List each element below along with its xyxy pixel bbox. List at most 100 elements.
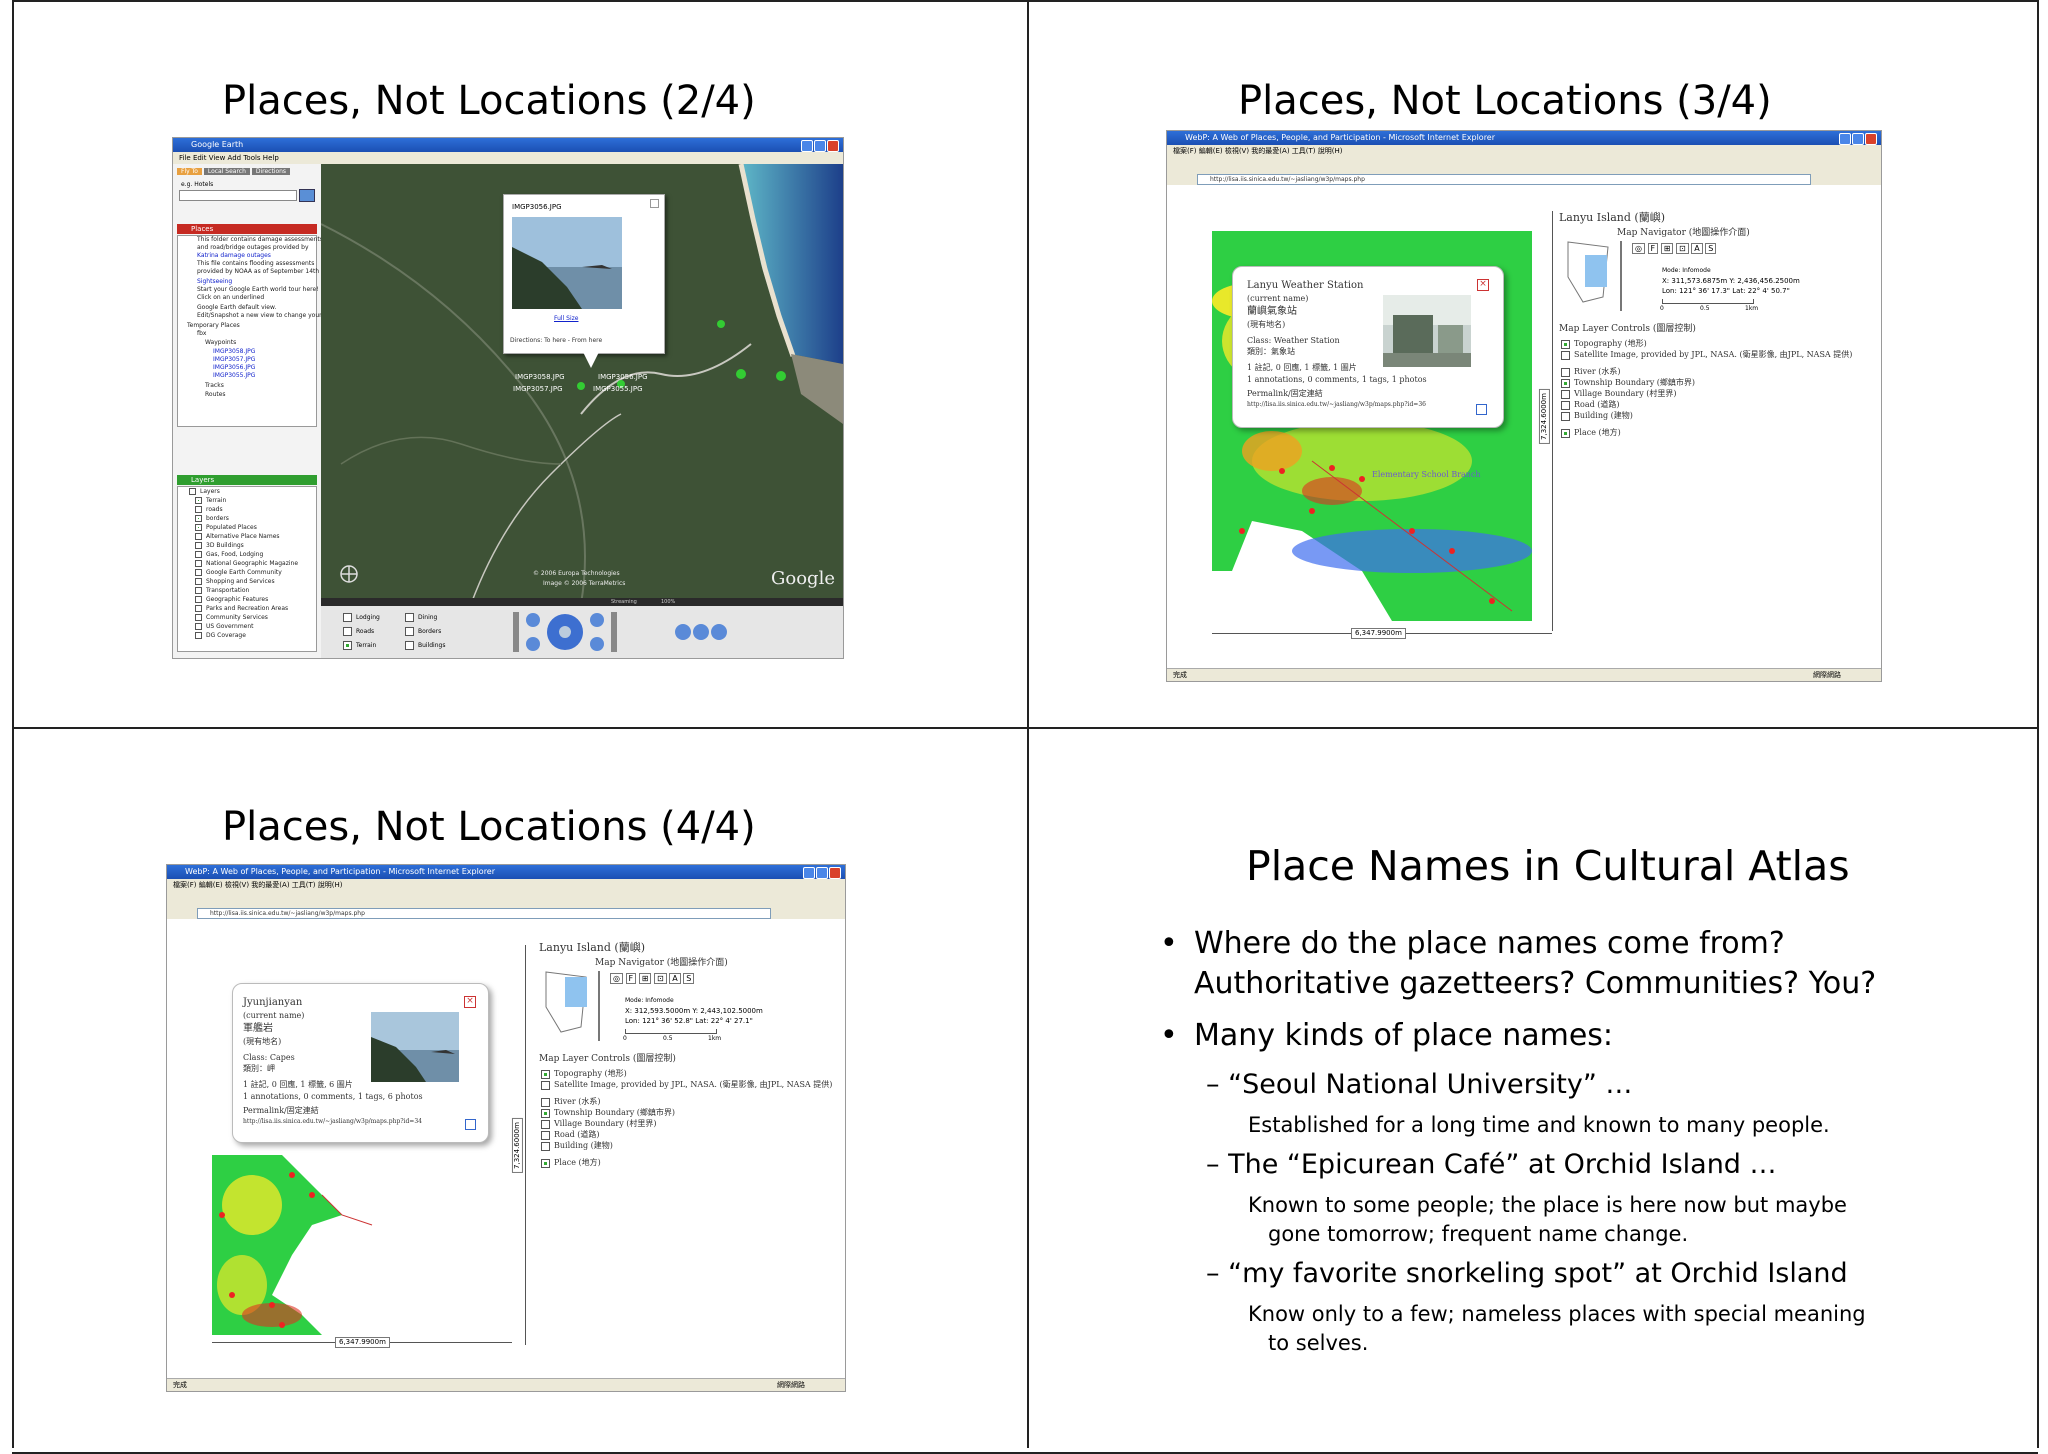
places-item[interactable]: Sightseeing — [197, 278, 232, 286]
close-button[interactable] — [829, 867, 841, 879]
checkbox[interactable] — [541, 1158, 550, 1168]
minimize-button[interactable] — [803, 867, 815, 879]
checkbox[interactable] — [405, 613, 414, 622]
layer-toggle-borders[interactable]: Borders — [405, 626, 441, 638]
nav-buttons[interactable]: ◎ F ⊞ ⊡ A S — [610, 973, 695, 985]
places-item[interactable]: fbx — [197, 330, 206, 338]
waypoint-item[interactable]: IMGP3055.JPG — [213, 372, 255, 380]
checkbox[interactable] — [1561, 350, 1570, 360]
pan-icon[interactable]: ◎ — [1632, 243, 1645, 254]
layer-item[interactable]: Transportation — [195, 587, 249, 595]
checkbox[interactable] — [195, 605, 202, 612]
places-item[interactable]: Temporary Places — [187, 322, 240, 330]
map-layer-toggle[interactable]: Place (地方) — [541, 1156, 601, 1169]
checkbox[interactable] — [195, 632, 202, 639]
checkbox[interactable] — [343, 641, 352, 650]
nav-icon[interactable]: ⊡ — [1675, 243, 1689, 254]
checkbox[interactable] — [195, 551, 202, 558]
nav-icon[interactable]: ⊡ — [653, 973, 667, 984]
checkbox[interactable] — [195, 560, 202, 567]
checkbox[interactable] — [195, 623, 202, 630]
layer-item[interactable]: Parks and Recreation Areas — [195, 605, 288, 613]
balloon-close-icon[interactable] — [650, 199, 659, 208]
waypoint-label[interactable]: IMGP3058.JPG — [515, 371, 565, 383]
checkbox[interactable] — [405, 641, 414, 650]
overview-map[interactable] — [1563, 237, 1613, 307]
nav-button-s[interactable]: S — [1705, 243, 1717, 254]
lanyu-topo-map[interactable] — [212, 1155, 412, 1345]
nav-button-s[interactable]: S — [683, 973, 695, 984]
popup-permalink[interactable]: http://lisa.iis.sinica.edu.tw/~jasliang/… — [1247, 398, 1426, 411]
popup-photo[interactable] — [371, 1012, 459, 1082]
pan-icon[interactable]: ◎ — [610, 973, 623, 984]
layer-item[interactable]: National Geographic Magazine — [195, 560, 298, 568]
close-button[interactable] — [827, 140, 839, 152]
nav-icon[interactable]: ⊞ — [638, 973, 652, 984]
navigation-controls[interactable] — [503, 606, 803, 658]
layer-toggle-buildings[interactable]: Buildings — [405, 640, 445, 652]
layer-toggle-lodging[interactable]: Lodging — [343, 612, 380, 624]
popup-permalink[interactable]: http://lisa.iis.sinica.edu.tw/~jasliang/… — [243, 1115, 422, 1128]
tab-fly-to[interactable]: Fly To — [177, 168, 202, 175]
nav-button-f[interactable]: F — [625, 973, 637, 984]
ge-search-input[interactable] — [179, 190, 297, 201]
tab-directions[interactable]: Directions — [251, 168, 291, 175]
nav-buttons[interactable]: ◎ F ⊞ ⊡ A S — [1632, 243, 1717, 255]
places-item[interactable]: Waypoints — [205, 339, 236, 347]
layer-item[interactable]: Populated Places — [195, 524, 257, 532]
ie-menu-bar[interactable]: 檔案(F) 編輯(E) 檢視(V) 我的最愛(A) 工具(T) 說明(H) — [167, 879, 845, 891]
waypoint-item[interactable]: IMGP3058.JPG — [213, 348, 255, 356]
waypoint-label[interactable]: IMGP3056.JPG — [598, 371, 648, 383]
checkbox[interactable] — [195, 578, 202, 585]
nav-button-a[interactable]: A — [1691, 243, 1703, 254]
checkbox[interactable] — [195, 587, 202, 594]
layer-item[interactable]: US Government — [195, 623, 254, 631]
zoom-slider[interactable] — [598, 971, 600, 1041]
checkbox[interactable] — [343, 613, 352, 622]
layer-toggle-dining[interactable]: Dining — [405, 612, 437, 624]
maximize-button[interactable] — [816, 867, 828, 879]
places-panel-header[interactable]: Places — [177, 224, 317, 234]
layer-toggle-roads[interactable]: Roads — [343, 626, 374, 638]
minimize-button[interactable] — [1839, 133, 1851, 145]
balloon-directions[interactable]: Directions: To here - From here — [510, 335, 602, 347]
external-link-icon[interactable] — [465, 1119, 476, 1130]
checkbox[interactable] — [541, 1080, 550, 1090]
nav-button-a[interactable]: A — [669, 973, 681, 984]
balloon-photo[interactable] — [512, 217, 622, 309]
map-layer-toggle[interactable]: Satellite Image, provided by JPL, NASA. … — [541, 1078, 832, 1091]
address-input[interactable]: http://lisa.iis.sinica.edu.tw/~jasliang/… — [1197, 174, 1811, 185]
waypoint-item[interactable]: IMGP3057.JPG — [213, 356, 255, 364]
ie-menu-bar[interactable]: 檔案(F) 編輯(E) 檢視(V) 我的最愛(A) 工具(T) 說明(H) — [1167, 145, 1881, 157]
places-item[interactable]: Katrina damage outages — [197, 252, 271, 260]
checkbox[interactable] — [195, 497, 202, 504]
checkbox[interactable] — [1561, 411, 1570, 421]
checkbox[interactable] — [195, 524, 202, 531]
layer-item[interactable]: Terrain — [195, 497, 226, 505]
map-layer-toggle[interactable]: Satellite Image, provided by JPL, NASA. … — [1561, 348, 1852, 361]
popup-close-icon[interactable]: × — [464, 996, 476, 1008]
checkbox[interactable] — [195, 506, 202, 513]
minimize-button[interactable] — [801, 140, 813, 152]
popup-close-icon[interactable]: × — [1477, 279, 1489, 291]
layer-item[interactable]: Shopping and Services — [195, 578, 275, 586]
checkbox[interactable] — [195, 533, 202, 540]
layer-item[interactable]: Geographic Features — [195, 596, 268, 604]
nav-icon[interactable]: ⊞ — [1660, 243, 1674, 254]
checkbox[interactable] — [189, 488, 196, 495]
layers-panel-header[interactable]: Layers — [177, 475, 317, 485]
checkbox[interactable] — [541, 1141, 550, 1151]
map-layer-toggle[interactable]: Place (地方) — [1561, 426, 1621, 439]
close-button[interactable] — [1865, 133, 1877, 145]
layer-item[interactable]: borders — [195, 515, 229, 523]
map-layer-toggle[interactable]: Building (建物) — [541, 1139, 613, 1152]
waypoint-label[interactable]: IMGP3057.JPG — [513, 383, 563, 395]
zoom-slider[interactable] — [1620, 241, 1622, 311]
checkbox[interactable] — [1561, 428, 1570, 438]
checkbox[interactable] — [195, 569, 202, 576]
layer-item[interactable]: 3D Buildings — [195, 542, 244, 550]
layer-item[interactable]: Google Earth Community — [195, 569, 282, 577]
ge-menu-bar[interactable]: File Edit View Add Tools Help — [173, 152, 843, 164]
ie-toolbar[interactable] — [1167, 157, 1881, 173]
layer-item[interactable]: DG Coverage — [195, 632, 246, 640]
